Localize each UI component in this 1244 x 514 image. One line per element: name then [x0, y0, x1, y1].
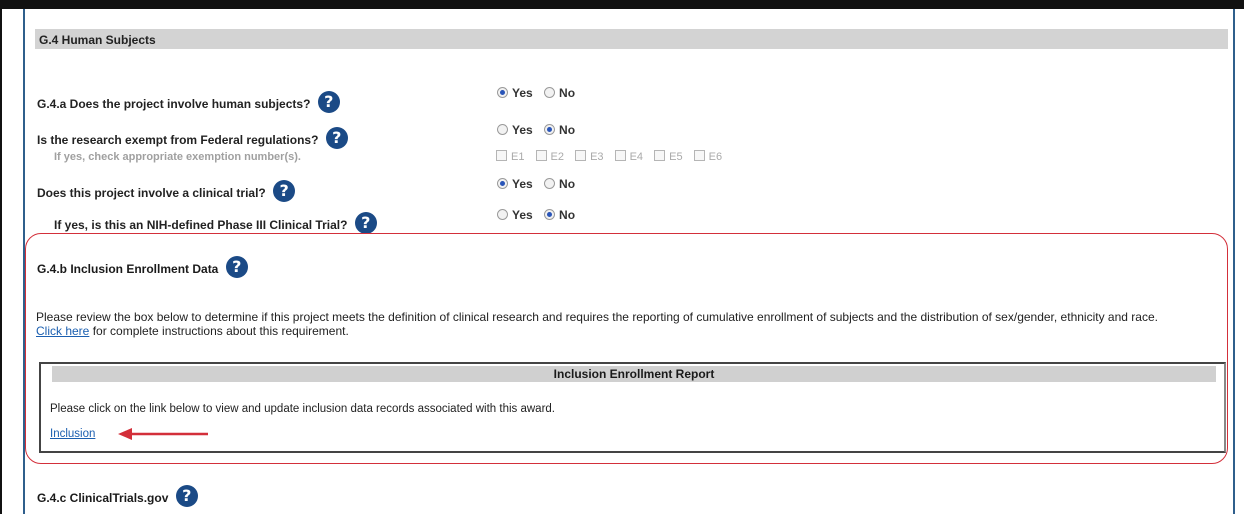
radio-no-label: No	[559, 123, 576, 137]
left-frame-border	[0, 0, 2, 514]
checkbox-e4[interactable]	[614, 150, 626, 161]
checkbox-e4-label: E4	[629, 151, 644, 163]
radio-yes-label: Yes	[512, 123, 533, 137]
section-title: G.4 Human Subjects	[39, 33, 156, 47]
question-clinical-trial: Does this project involve a clinical tri…	[37, 180, 296, 205]
radio-yes[interactable]	[497, 124, 508, 135]
checkbox-e2[interactable]	[535, 150, 547, 161]
section-header: G.4 Human Subjects	[35, 29, 1228, 49]
radio-yes[interactable]	[497, 178, 508, 189]
checkbox-e6[interactable]	[693, 150, 705, 161]
checkbox-e6-label: E6	[708, 151, 723, 163]
checkbox-e5[interactable]	[654, 150, 666, 161]
inclusion-title: G.4.b Inclusion Enrollment Data	[37, 262, 219, 277]
checkbox-e5-label: E5	[669, 151, 683, 163]
help-icon[interactable]: ?	[325, 127, 348, 149]
radio-group-phase-three: Yes No	[497, 208, 583, 222]
radio-no[interactable]	[544, 209, 556, 220]
radio-yes[interactable]	[497, 87, 508, 98]
report-instructions: Please click on the link below to view a…	[50, 403, 556, 415]
question-label: If yes, is this an NIH-defined Phase III…	[54, 218, 348, 233]
checkbox-e3[interactable]	[575, 150, 587, 161]
radio-no[interactable]	[544, 178, 556, 189]
inclusion-paragraph: Please review the box below to determine…	[36, 310, 1158, 324]
help-icon[interactable]: ?	[354, 212, 377, 234]
click-here-suffix: for complete instructions about this req…	[89, 324, 349, 338]
question-label: Does this project involve a clinical tri…	[37, 186, 266, 201]
exemption-hint: If yes, check appropriate exemption numb…	[54, 151, 301, 163]
checkbox-e2-label: E2	[550, 151, 564, 163]
clinicaltrials-heading: G.4.c ClinicalTrials.gov ?	[37, 485, 198, 510]
radio-yes-label: Yes	[512, 86, 533, 100]
question-human-subjects: G.4.a Does the project involve human sub…	[37, 91, 340, 116]
radio-yes[interactable]	[497, 209, 508, 220]
question-exempt: Is the research exempt from Federal regu…	[37, 127, 348, 152]
report-header: Inclusion Enrollment Report	[52, 366, 1216, 382]
checkbox-e3-label: E3	[590, 151, 604, 163]
inclusion-enrollment-heading: G.4.b Inclusion Enrollment Data ?	[37, 256, 248, 281]
content-right-border	[1233, 9, 1235, 514]
help-icon[interactable]: ?	[273, 180, 296, 202]
radio-no-label: No	[559, 86, 576, 100]
help-icon[interactable]: ?	[225, 256, 248, 278]
top-frame-border	[0, 0, 1244, 9]
radio-no[interactable]	[544, 124, 556, 135]
exemption-checkboxes: E1 E2 E3 E4 E5 E6	[496, 150, 730, 163]
radio-yes-label: Yes	[512, 177, 533, 191]
inclusion-report-box: Inclusion Enrollment Report Please click…	[39, 362, 1226, 453]
radio-group-clinical-trial: Yes No	[497, 177, 583, 191]
question-label: Is the research exempt from Federal regu…	[37, 133, 319, 148]
click-here-link[interactable]: Click here	[36, 324, 89, 338]
radio-group-exempt: Yes No	[497, 123, 583, 137]
radio-group-human-subjects: Yes No	[497, 86, 583, 100]
radio-no[interactable]	[544, 87, 556, 98]
radio-no-label: No	[559, 177, 576, 191]
radio-yes-label: Yes	[512, 208, 533, 222]
inclusion-link[interactable]: Inclusion	[50, 428, 95, 440]
help-icon[interactable]: ?	[317, 91, 340, 113]
clinicaltrials-title: G.4.c ClinicalTrials.gov	[37, 491, 169, 506]
red-arrow-icon	[118, 428, 208, 440]
checkbox-e1[interactable]	[496, 150, 507, 161]
radio-no-label: No	[559, 208, 576, 222]
help-icon[interactable]: ?	[175, 485, 198, 507]
inclusion-instructions: Please review the box below to determine…	[36, 310, 1226, 338]
checkbox-e1-label: E1	[511, 151, 525, 163]
question-label: G.4.a Does the project involve human sub…	[37, 97, 311, 112]
